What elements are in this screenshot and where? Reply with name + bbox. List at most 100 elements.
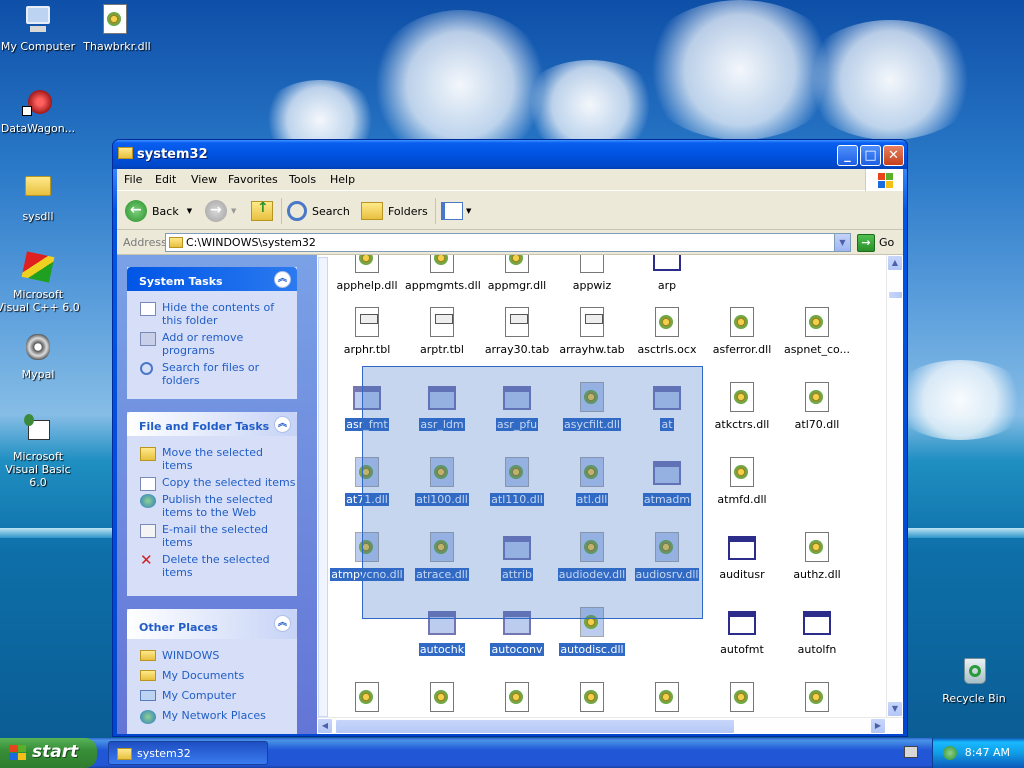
- file-item[interactable]: appwiz: [554, 255, 630, 292]
- computer-icon: [140, 690, 156, 701]
- file-item[interactable]: auditusr: [704, 532, 780, 581]
- task-hide-contents[interactable]: Hide the contents of this folder: [127, 301, 297, 327]
- file-item[interactable]: arptr.tbl: [404, 307, 480, 356]
- globe-icon: [140, 494, 156, 508]
- desktop-icon-recycle-bin[interactable]: Recycle Bin: [932, 656, 1016, 705]
- recycle-bin-icon: [958, 656, 990, 688]
- task-publish-web[interactable]: Publish the selected items to the Web: [127, 493, 297, 519]
- file-item[interactable]: asctrls.ocx: [629, 307, 705, 356]
- file-item[interactable]: appmgmts.dll: [404, 255, 481, 292]
- taskbar-item-system32[interactable]: system32: [108, 741, 268, 765]
- horizontal-scroll-thumb[interactable]: [335, 719, 735, 734]
- file-item[interactable]: [404, 682, 480, 718]
- file-item[interactable]: [704, 682, 780, 718]
- file-item[interactable]: arphr.tbl: [329, 307, 405, 356]
- menu-file[interactable]: File: [124, 173, 142, 186]
- scroll-up-button[interactable]: ▲: [887, 255, 903, 271]
- task-email-items[interactable]: E-mail the selected items: [127, 523, 297, 549]
- close-button[interactable]: ✕: [883, 145, 904, 166]
- up-folder-button[interactable]: ↑: [251, 199, 273, 223]
- file-item[interactable]: autofmt: [704, 607, 780, 656]
- task-search-files[interactable]: Search for files or folders: [127, 361, 297, 387]
- collapse-icon[interactable]: ︽: [274, 416, 291, 433]
- dll-file-icon: [803, 382, 831, 414]
- explorer-window[interactable]: system32 _ □ ✕ File Edit View Favorites …: [112, 139, 908, 737]
- maximize-button[interactable]: □: [860, 145, 881, 166]
- menu-help[interactable]: Help: [330, 173, 355, 186]
- scroll-right-button[interactable]: ▶: [870, 718, 886, 734]
- horizontal-scrollbar[interactable]: ◀ ▶: [317, 717, 903, 734]
- search-button[interactable]: Search: [287, 199, 350, 223]
- place-my-documents[interactable]: My Documents: [127, 669, 297, 682]
- window-title: system32: [137, 147, 208, 162]
- pane-splitter[interactable]: [317, 255, 329, 717]
- file-item[interactable]: [479, 682, 555, 718]
- file-folder-tasks-header[interactable]: File and Folder Tasks ︽: [127, 412, 297, 436]
- file-item[interactable]: aspnet_co...: [779, 307, 855, 356]
- file-item[interactable]: appmgr.dll: [479, 255, 555, 292]
- desktop-icon-mypal[interactable]: Mypal: [0, 332, 80, 381]
- file-item[interactable]: [629, 682, 705, 718]
- minimize-button[interactable]: _: [837, 145, 858, 166]
- task-add-remove-programs[interactable]: Add or remove programs: [127, 331, 297, 357]
- scroll-down-button[interactable]: ▼: [887, 701, 903, 717]
- desktop-icon-visual-basic[interactable]: Microsoft Visual Basic 6.0: [0, 414, 80, 489]
- vertical-scrollbar[interactable]: ▲ ▼: [886, 255, 903, 717]
- file-item[interactable]: autolfn: [779, 607, 855, 656]
- task-copy-items[interactable]: Copy the selected items: [127, 476, 297, 491]
- file-view[interactable]: apphelp.dll appmgmts.dll appmgr.dll appwiz a…: [317, 255, 903, 734]
- file-item[interactable]: arp: [629, 255, 705, 292]
- desktop-icon-visual-cpp[interactable]: Microsoft Visual C++ 6.0: [0, 251, 80, 314]
- data-file-icon: [578, 307, 606, 339]
- system-tasks-header[interactable]: System Tasks ︽: [127, 267, 297, 291]
- desktop-icon-thawbrkr[interactable]: Thawbrkr.dll: [75, 4, 159, 53]
- desktop-icon-datawagon[interactable]: DataWagon...: [0, 86, 80, 135]
- file-item[interactable]: array30.tab: [479, 307, 555, 356]
- other-places-header[interactable]: Other Places ︽: [127, 609, 297, 639]
- place-my-computer[interactable]: My Computer: [127, 689, 297, 702]
- menu-favorites[interactable]: Favorites: [228, 173, 278, 186]
- desktop-icon-sysdll[interactable]: sysdll: [0, 170, 80, 223]
- file-item[interactable]: [554, 682, 630, 718]
- file-item[interactable]: arrayhw.tab: [554, 307, 630, 356]
- file-item[interactable]: authz.dll: [779, 532, 855, 581]
- collapse-icon[interactable]: ︽: [274, 271, 291, 288]
- start-button[interactable]: start: [0, 738, 97, 768]
- vertical-scroll-thumb[interactable]: [888, 291, 903, 299]
- tray-app-icon[interactable]: [943, 746, 957, 760]
- task-delete-items[interactable]: ✕ Delete the selected items: [127, 553, 297, 580]
- address-label: Address: [123, 236, 167, 249]
- file-item[interactable]: apphelp.dll: [329, 255, 405, 292]
- views-button[interactable]: ▼: [441, 199, 471, 223]
- title-bar[interactable]: system32 _ □ ✕: [113, 140, 907, 169]
- address-dropdown[interactable]: ▼: [834, 234, 850, 251]
- file-item[interactable]: asferror.dll: [704, 307, 780, 356]
- place-my-network-places[interactable]: My Network Places: [127, 709, 297, 724]
- hide-contents-icon: [140, 302, 156, 316]
- visual-basic-icon: [22, 414, 54, 446]
- menu-edit[interactable]: Edit: [155, 173, 176, 186]
- file-item[interactable]: [779, 682, 855, 718]
- keyboard-icon[interactable]: [904, 746, 918, 758]
- file-name: array30.tab: [484, 343, 550, 356]
- forward-button[interactable]: → ▼: [205, 199, 236, 223]
- place-windows[interactable]: WINDOWS: [127, 649, 297, 662]
- collapse-icon[interactable]: ︽: [274, 615, 291, 632]
- address-input[interactable]: C:\WINDOWS\system32 ▼: [165, 233, 851, 252]
- menu-tools[interactable]: Tools: [289, 173, 316, 186]
- task-move-items[interactable]: Move the selected items: [127, 446, 297, 472]
- scroll-left-button[interactable]: ◀: [317, 718, 333, 734]
- file-item[interactable]: atkctrs.dll: [704, 382, 780, 431]
- file-item[interactable]: atl70.dll: [779, 382, 855, 431]
- menu-view[interactable]: View: [191, 173, 217, 186]
- application-icon: [653, 255, 681, 275]
- file-item[interactable]: atmfd.dll: [704, 457, 780, 506]
- file-item[interactable]: [329, 682, 405, 718]
- desktop-icon-my-computer[interactable]: My Computer: [0, 4, 80, 53]
- back-button[interactable]: ← Back ▼: [125, 199, 192, 223]
- dll-file-icon: [803, 682, 831, 714]
- folders-button[interactable]: Folders: [361, 199, 428, 223]
- toolbar: ← Back ▼ → ▼ ↑ Search Folders ▼: [117, 192, 903, 230]
- menu-bar: File Edit View Favorites Tools Help: [117, 169, 903, 191]
- go-button[interactable]: → Go: [857, 233, 894, 252]
